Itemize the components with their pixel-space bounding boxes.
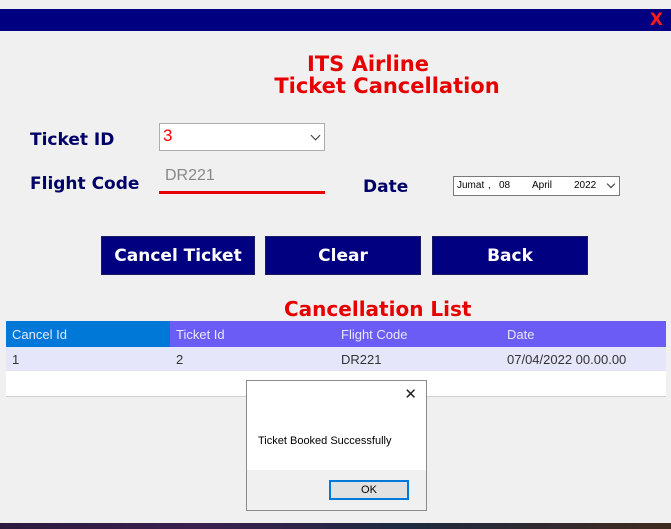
title-bar: X <box>0 9 671 31</box>
column-header-cancel-id[interactable]: Cancel Id <box>12 327 67 342</box>
cell-date: 07/04/2022 00.00.00 <box>507 352 627 367</box>
cancel-ticket-button[interactable]: Cancel Ticket <box>101 236 255 275</box>
column-header-ticket-id[interactable]: Ticket Id <box>176 327 225 342</box>
clear-button[interactable]: Clear <box>265 236 421 275</box>
date-day: 08 <box>499 180 511 191</box>
date-label: Date <box>363 177 409 197</box>
dialog-footer: OK <box>247 470 426 510</box>
dialog-message: Ticket Booked Successfully <box>258 435 392 447</box>
date-picker[interactable]: Jumat , 08 April 2022 <box>453 176 620 196</box>
ticket-id-label: Ticket ID <box>30 130 115 150</box>
date-weekday: Jumat <box>457 180 485 191</box>
flight-code-field[interactable]: DR221 <box>159 165 325 194</box>
table-row[interactable]: 1 2 DR221 07/04/2022 00.00.00 <box>6 347 666 371</box>
ticket-id-dropdown[interactable]: 3 <box>159 123 325 151</box>
app-title: ITS Airline <box>307 52 429 76</box>
flight-code-value: DR221 <box>165 167 215 184</box>
cancellation-list-title: Cancellation List <box>284 297 472 321</box>
window-close-button[interactable]: X <box>650 9 663 31</box>
dialog-close-button[interactable]: ✕ <box>404 385 417 403</box>
chevron-down-icon <box>606 179 616 189</box>
page-title: Ticket Cancellation <box>274 74 500 98</box>
cancellation-window: X ITS Airline Ticket Cancellation Ticket… <box>0 0 671 523</box>
cell-ticket-id: 2 <box>176 352 184 367</box>
date-separator: , <box>488 180 491 191</box>
ok-button[interactable]: OK <box>329 480 409 500</box>
flight-code-label: Flight Code <box>30 174 140 194</box>
date-year: 2022 <box>574 180 597 191</box>
message-dialog: ✕ Ticket Booked Successfully OK <box>246 380 427 511</box>
date-month: April <box>532 180 553 191</box>
grid-header: Cancel Id Ticket Id Flight Code Date <box>6 321 666 347</box>
column-header-date[interactable]: Date <box>507 327 534 342</box>
chevron-down-icon <box>310 130 321 141</box>
back-button[interactable]: Back <box>432 236 588 275</box>
column-header-flight-code[interactable]: Flight Code <box>341 327 407 342</box>
cell-flight-code: DR221 <box>341 352 382 367</box>
cell-cancel-id: 1 <box>12 352 20 367</box>
ticket-id-value: 3 <box>163 126 173 145</box>
